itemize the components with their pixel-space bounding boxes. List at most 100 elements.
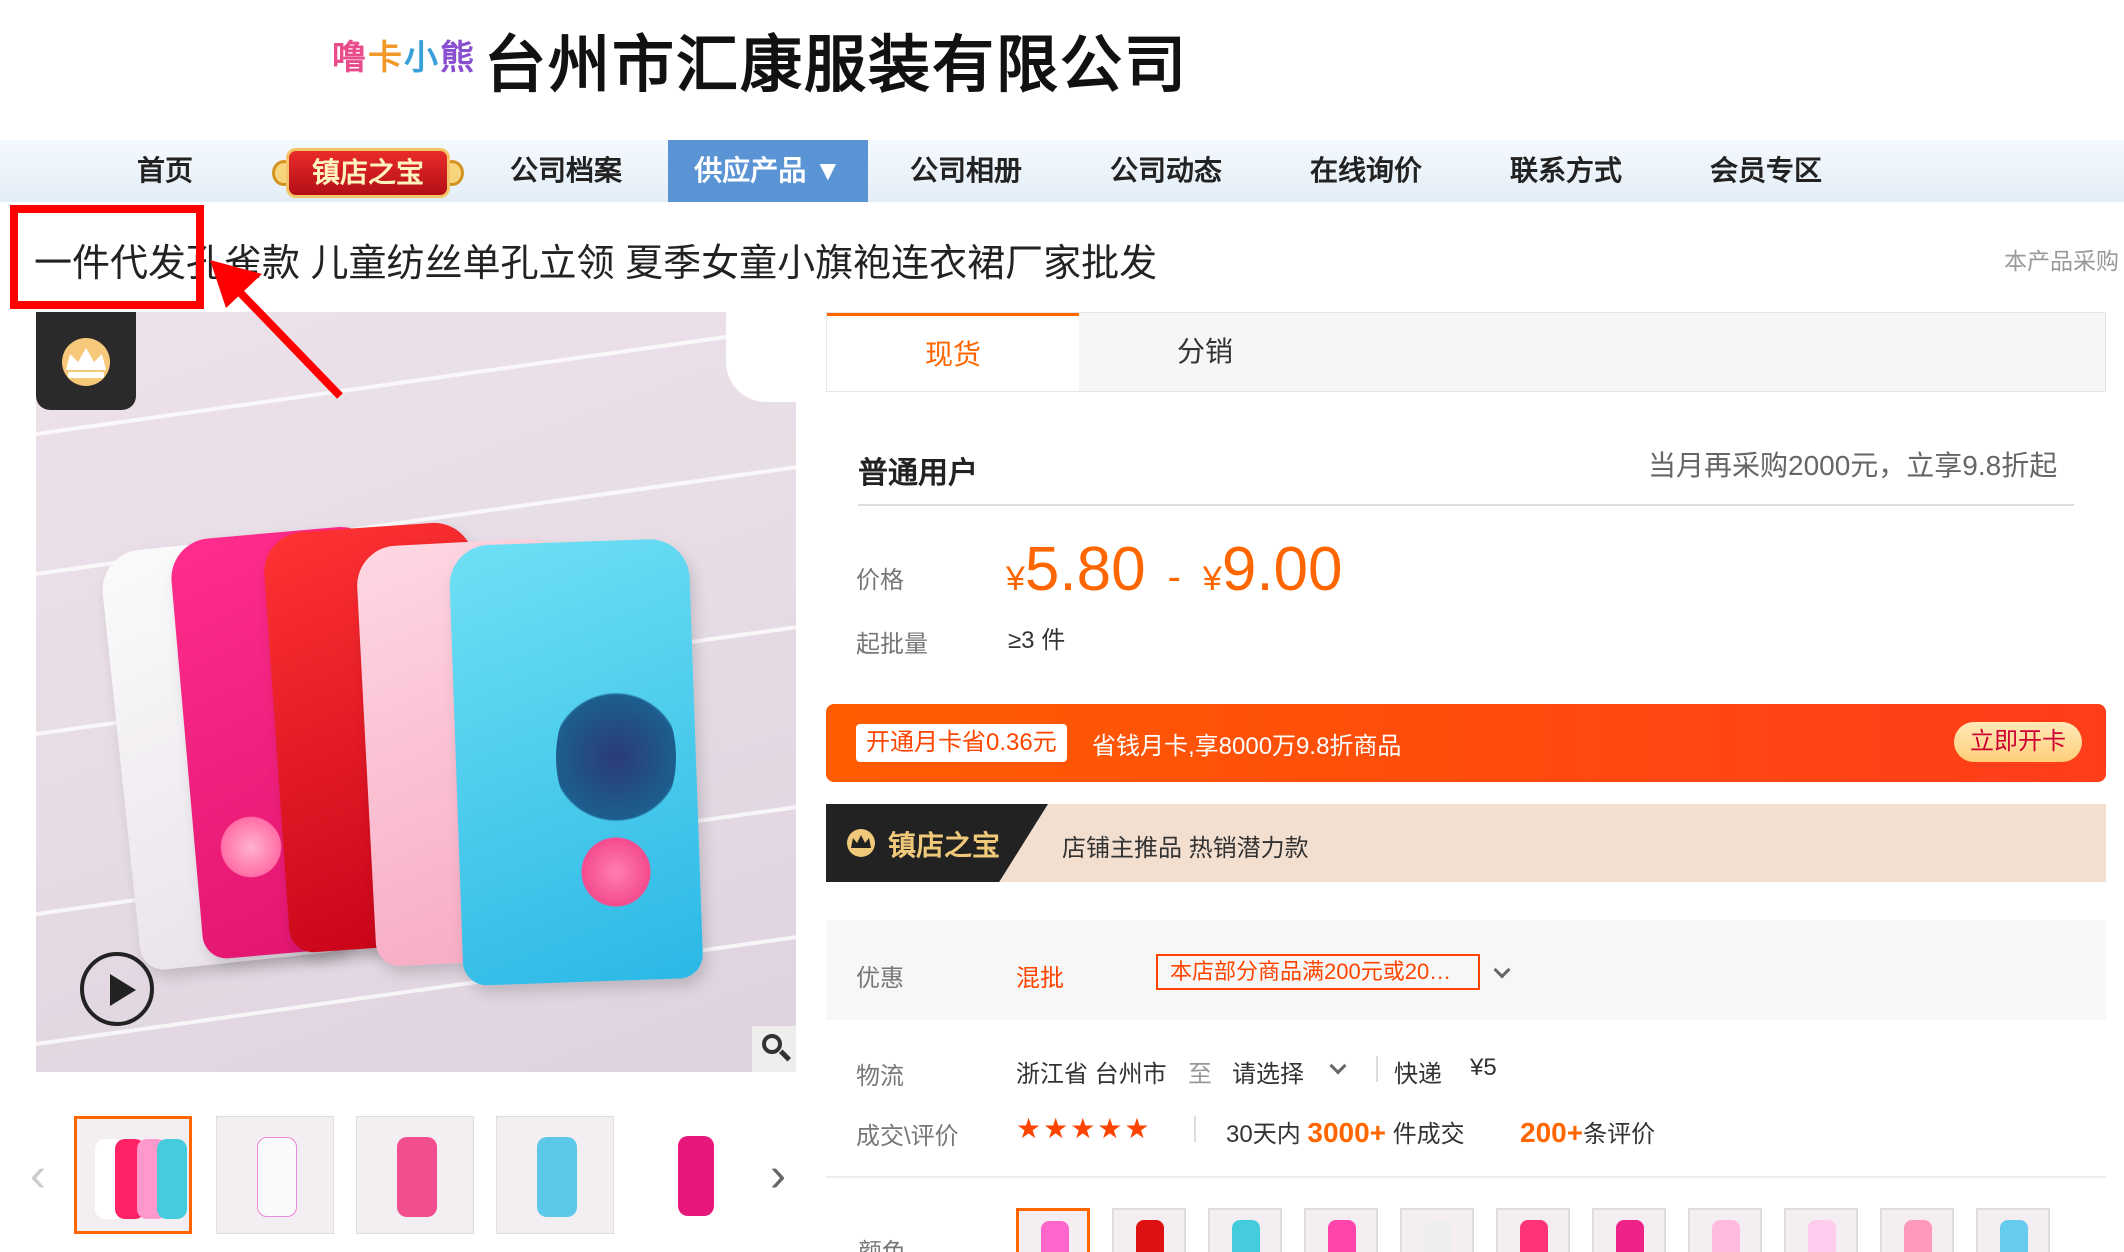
- color-swatch[interactable]: [1688, 1208, 1762, 1252]
- card-text: 省钱月卡,享8000万9.8折商品: [1092, 733, 1402, 760]
- treasure-label: 镇店之宝: [888, 830, 1001, 861]
- color-swatch[interactable]: [1400, 1208, 1474, 1252]
- color-swatch[interactable]: [1112, 1208, 1186, 1252]
- separator: [1194, 1116, 1196, 1142]
- purchase-mode-tabs: 现货 分销: [826, 312, 2106, 392]
- color-swatch[interactable]: [1592, 1208, 1666, 1252]
- color-swatch[interactable]: [1784, 1208, 1858, 1252]
- treasure-tag: 镇店之宝: [826, 804, 1048, 882]
- magnifier-handle: [778, 1049, 792, 1062]
- thumb-dress: [678, 1136, 714, 1216]
- magnifier-icon: [762, 1034, 782, 1054]
- thumb-dress: [257, 1137, 297, 1217]
- nav-company-profile[interactable]: 公司档案: [490, 140, 642, 202]
- brand-char: 熊: [440, 39, 476, 77]
- thumb-dress: [397, 1137, 437, 1217]
- nav-members[interactable]: 会员专区: [1690, 140, 1842, 202]
- tab-distribution[interactable]: 分销: [1079, 313, 1331, 391]
- crown-icon: [847, 829, 875, 857]
- color-label: 颜色: [858, 1232, 906, 1252]
- rating-stars[interactable]: ★★★★★: [1016, 1112, 1152, 1145]
- deal-prefix: 30天内: [1226, 1121, 1301, 1148]
- brand-char: 噜: [332, 39, 368, 77]
- shipping-method: 快递: [1394, 1061, 1442, 1088]
- price-high: 9.00: [1221, 535, 1343, 604]
- color-swatch[interactable]: [1976, 1208, 2050, 1252]
- nav-contact[interactable]: 联系方式: [1490, 140, 1642, 202]
- swatch-dress: [1041, 1221, 1069, 1252]
- play-video-icon[interactable]: [80, 952, 154, 1026]
- separator: [1376, 1056, 1378, 1082]
- user-promo[interactable]: 当月再采购2000元，立享9.8折起: [1648, 444, 2057, 484]
- mixed-batch-label: 混批: [1016, 965, 1064, 992]
- nav-home[interactable]: 首页: [110, 140, 220, 202]
- open-card-button[interactable]: 立即开卡: [1954, 722, 2082, 762]
- price-separator: -: [1167, 555, 1181, 599]
- nav-album[interactable]: 公司相册: [890, 140, 1042, 202]
- zoom-button[interactable]: [752, 1026, 796, 1072]
- deal-stats: 30天内 3000+ 件成交: [1226, 1114, 1465, 1149]
- deal-suffix: 件成交: [1392, 1121, 1465, 1148]
- moq-value: ≥3 件: [1008, 627, 1066, 654]
- color-swatch[interactable]: [1016, 1208, 1090, 1252]
- color-swatch[interactable]: [1496, 1208, 1570, 1252]
- rating-label: 成交\评价: [856, 1123, 959, 1150]
- shipping-to: 至: [1188, 1061, 1212, 1088]
- destination-select[interactable]: 请选择: [1232, 1054, 1304, 1089]
- color-swatch[interactable]: [1880, 1208, 1954, 1252]
- review-stats[interactable]: 200+条评价: [1520, 1114, 1655, 1149]
- treasure-desc: 店铺主推品 热销潜力款: [1062, 835, 1309, 862]
- card-savings-tag: 开通月卡省0.36元: [856, 724, 1067, 762]
- thumbnail[interactable]: [496, 1116, 614, 1234]
- nav-news[interactable]: 公司动态: [1090, 140, 1242, 202]
- price-range: ¥5.80- ¥9.00: [1006, 534, 1343, 605]
- swatch-dress: [1136, 1220, 1164, 1252]
- review-count: 200+: [1520, 1117, 1584, 1148]
- member-card-banner[interactable]: 开通月卡省0.36元 省钱月卡,享8000万9.8折商品 立即开卡: [826, 704, 2106, 782]
- shipping-label: 物流: [856, 1063, 904, 1090]
- product-main-image[interactable]: [36, 312, 796, 1072]
- nav-products[interactable]: 供应产品 ▼: [668, 140, 868, 202]
- tab-in-stock[interactable]: 现货: [827, 313, 1079, 391]
- divider: [858, 504, 2074, 506]
- color-swatch[interactable]: [1304, 1208, 1378, 1252]
- purchase-note[interactable]: 本产品采购: [2004, 242, 2119, 276]
- thumbnail[interactable]: [356, 1116, 474, 1234]
- brand-char: 卡: [368, 39, 404, 77]
- swatch-dress: [1808, 1220, 1836, 1252]
- swatch-dress: [1712, 1220, 1740, 1252]
- swatch-dress: [1616, 1220, 1644, 1252]
- nav-treasure-badge[interactable]: 镇店之宝: [272, 142, 464, 204]
- thumb-prev-icon[interactable]: ‹: [30, 1148, 46, 1203]
- thumbnail[interactable]: [636, 1116, 754, 1234]
- deal-count: 3000+: [1307, 1117, 1387, 1148]
- brand-logo[interactable]: 噜卡小熊: [332, 30, 476, 79]
- swatch-dress: [1904, 1220, 1932, 1252]
- shipping-fee: ¥5: [1470, 1054, 1497, 1081]
- floor-plank-line: [36, 312, 796, 436]
- price-low: 5.80: [1024, 535, 1146, 604]
- arrow-icon: [210, 260, 343, 399]
- thumb-next-icon[interactable]: ›: [770, 1148, 786, 1203]
- moq-label: 起批量: [856, 631, 928, 658]
- treasure-crown-badge: [36, 312, 136, 410]
- nav-treasure-label: 镇店之宝: [286, 148, 450, 198]
- thumbnail[interactable]: [74, 1116, 192, 1234]
- currency-symbol: ¥: [1202, 560, 1222, 598]
- swatch-dress: [1424, 1220, 1452, 1252]
- treasure-bar: 镇店之宝 店铺主推品 热销潜力款: [826, 804, 2106, 882]
- divider: [826, 1176, 2106, 1178]
- coupon-tag[interactable]: 本店部分商品满200元或20…: [1156, 954, 1480, 990]
- flower-pattern: [216, 812, 286, 882]
- crown-icon: [62, 338, 110, 386]
- thumbnail[interactable]: [216, 1116, 334, 1234]
- color-swatch[interactable]: [1208, 1208, 1282, 1252]
- price-label: 价格: [856, 567, 904, 594]
- brand-char: 小: [404, 39, 440, 77]
- nav-inquiry[interactable]: 在线询价: [1290, 140, 1442, 202]
- flower-decoration: [726, 312, 796, 402]
- company-name[interactable]: 台州市汇康服装有限公司: [484, 14, 1188, 104]
- user-type: 普通用户: [858, 457, 978, 490]
- swatch-dress: [1328, 1220, 1356, 1252]
- chevron-down-icon[interactable]: [1329, 1057, 1347, 1075]
